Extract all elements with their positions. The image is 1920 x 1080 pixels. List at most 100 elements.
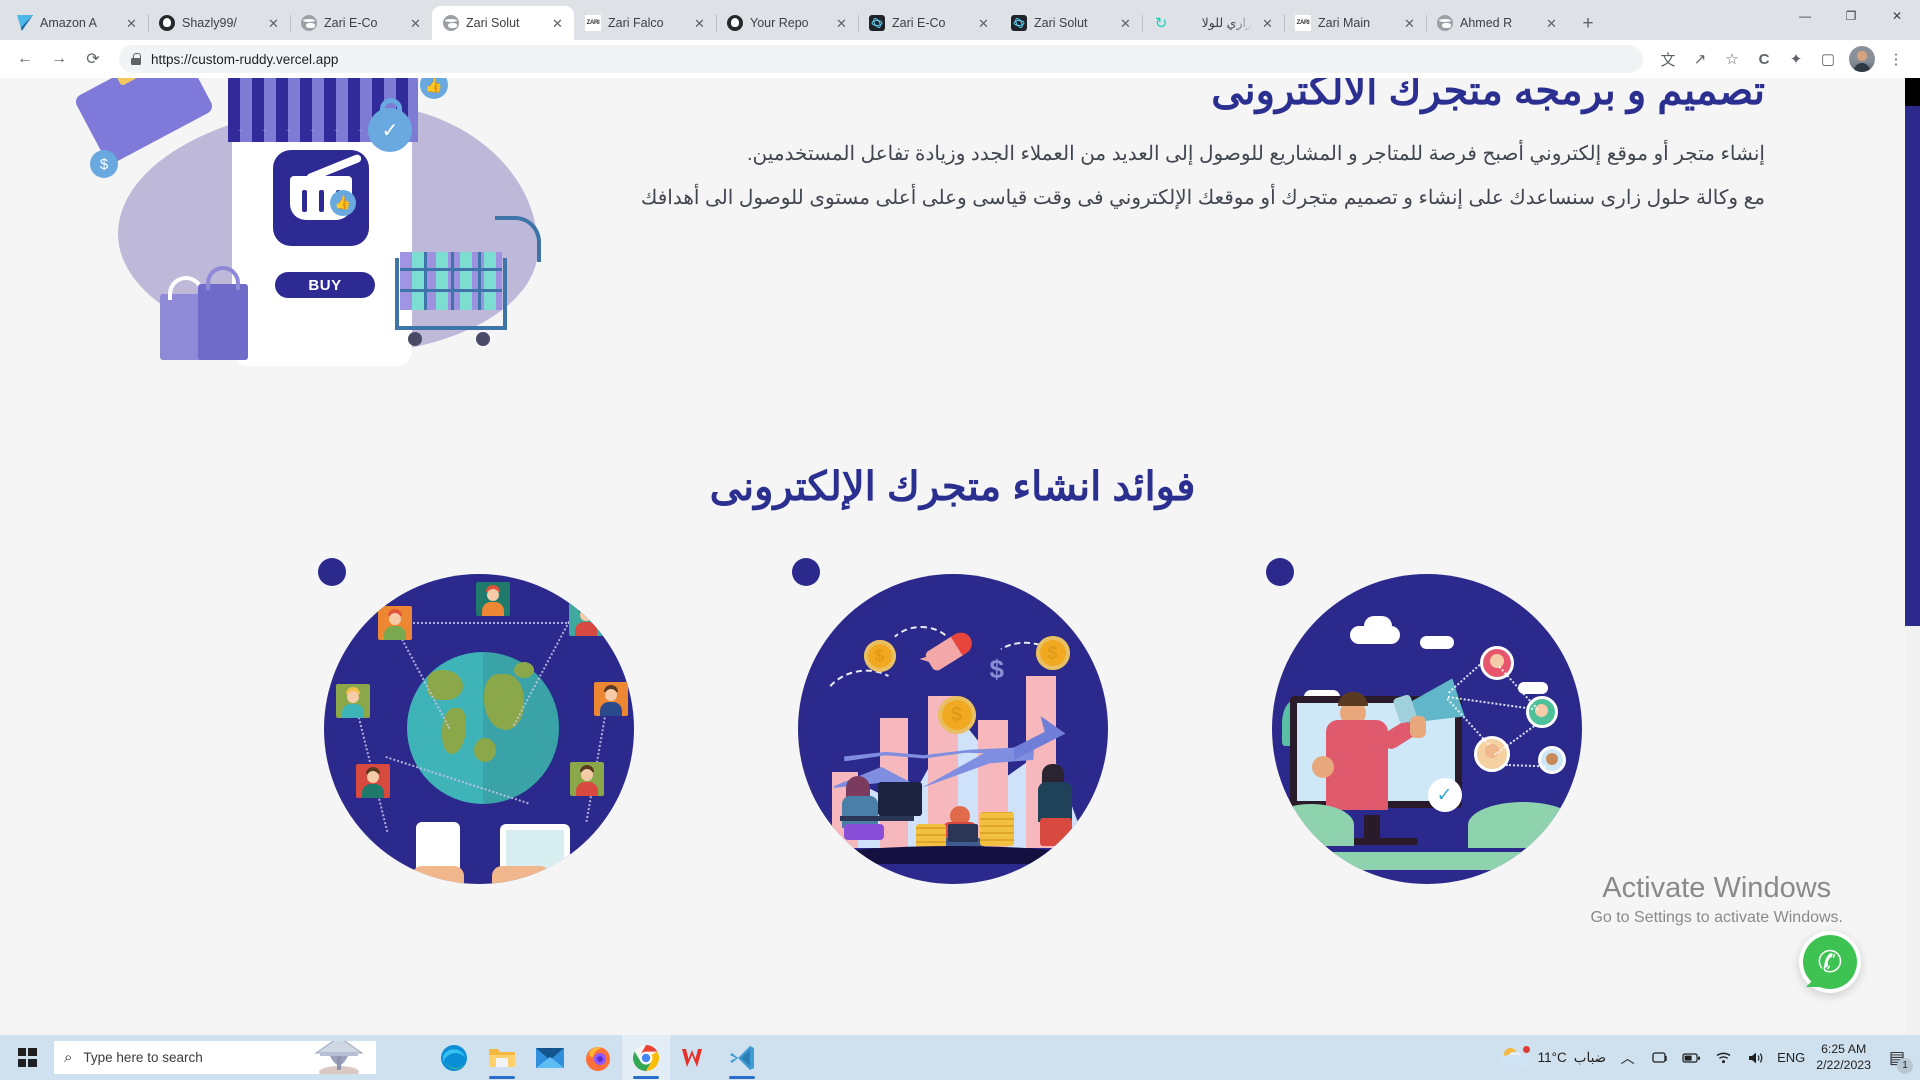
address-bar[interactable]: https://custom-ruddy.vercel.app	[119, 45, 1643, 73]
browser-tab[interactable]: ZARI Zari Main ✕	[1284, 6, 1427, 40]
global-network-illustration	[323, 574, 634, 884]
ecommerce-storefront-illustration: BUY $ 👍 👍 ✓	[73, 78, 560, 368]
scrollbar-thumb[interactable]	[1905, 106, 1920, 626]
avatar[interactable]	[1849, 46, 1875, 72]
taskbar-search-box[interactable]: ⌕ Type here to search	[54, 1041, 376, 1074]
minimize-button[interactable]: —	[1782, 0, 1828, 32]
weather-widget[interactable]: 11°C ضباب	[1500, 1045, 1606, 1070]
new-tab-button[interactable]: +	[1574, 9, 1602, 37]
sidebar-icon[interactable]: ▢	[1813, 44, 1843, 74]
page-title: تصميم و برمجه متجرك الالكترونى	[1211, 78, 1765, 113]
whatsapp-chat-button[interactable]: ✆	[1799, 931, 1861, 993]
url-text: https://custom-ruddy.vercel.app	[151, 51, 339, 67]
system-tray: 11°C ضباب ︿ ENG 6:25 AM 2/22/2023 ▤ 1	[1500, 1042, 1920, 1074]
page-scrollbar[interactable]	[1905, 78, 1920, 1035]
tab-close-icon[interactable]: ✕	[407, 15, 424, 32]
react-icon	[869, 15, 885, 31]
tab-close-icon[interactable]: ✕	[265, 15, 282, 32]
notifications-icon[interactable]: ▤ 1	[1882, 1043, 1913, 1074]
weather-icon	[1500, 1045, 1531, 1070]
browser-tab[interactable]: Zari E-Co ✕	[290, 6, 432, 40]
benefit-card: $ $ $ $	[768, 556, 1138, 884]
forward-button[interactable]: →	[43, 43, 75, 75]
browser-tab[interactable]: Zari Solut ✕	[1000, 6, 1143, 40]
github-icon	[159, 15, 175, 31]
window-controls: — ❐ ✕	[1782, 0, 1920, 32]
c-badge-icon[interactable]: C	[1749, 44, 1779, 74]
extensions-icon[interactable]: ✦	[1781, 44, 1811, 74]
back-button[interactable]: ←	[9, 43, 41, 75]
language-indicator[interactable]: ENG	[1777, 1050, 1805, 1065]
translate-icon[interactable]: 文	[1653, 44, 1683, 74]
amazon-icon	[17, 15, 33, 31]
tab-close-icon[interactable]: ✕	[691, 15, 708, 32]
browser-tab[interactable]: Your Repo ✕	[716, 6, 859, 40]
volume-icon[interactable]	[1745, 1051, 1766, 1065]
browser-tab[interactable]: Ahmed R ✕	[1426, 6, 1568, 40]
taskbar-app-mail[interactable]	[526, 1035, 574, 1080]
share-icon[interactable]: ↗	[1685, 44, 1715, 74]
tab-title: Your Repo	[750, 16, 809, 30]
zari-icon: ZARI	[1295, 15, 1311, 31]
battery-icon[interactable]	[1681, 1052, 1702, 1064]
react-icon	[1011, 15, 1027, 31]
browser-tab[interactable]: ↻ زاري للولا ✕	[1142, 6, 1285, 40]
github-icon	[727, 15, 743, 31]
decorative-dot	[317, 558, 346, 586]
taskbar-app-google-chrome[interactable]	[622, 1035, 670, 1080]
tab-close-icon[interactable]: ✕	[1543, 15, 1560, 32]
tab-close-icon[interactable]: ✕	[123, 15, 140, 32]
taskbar-apps	[430, 1035, 766, 1080]
taskbar-clock[interactable]: 6:25 AM 2/22/2023	[1816, 1042, 1871, 1073]
browser-tab[interactable]: Amazon A ✕	[6, 6, 149, 40]
decorative-dot	[1265, 558, 1294, 586]
globe-icon	[443, 15, 459, 31]
tab-close-icon[interactable]: ✕	[1401, 15, 1418, 32]
tab-title: Zari Main	[1318, 16, 1371, 30]
chrome-menu-icon[interactable]: ⋮	[1881, 44, 1911, 74]
tab-close-icon[interactable]: ✕	[975, 15, 992, 32]
hero-paragraph-1: إنشاء متجر أو موقع إلكتروني أصبح فرصة لل…	[747, 143, 1765, 165]
browser-toolbar: ← → ⟳ https://custom-ruddy.vercel.app 文 …	[0, 40, 1920, 78]
chevron-up-icon[interactable]: ︿	[1617, 1048, 1638, 1068]
whatsapp-icon: ✆	[1803, 935, 1857, 989]
browser-tab[interactable]: ZARI Zari Falco ✕	[574, 6, 717, 40]
browser-tab[interactable]: Shazly99/ ✕	[148, 6, 291, 40]
benefits-cards: $ $ $ $ ✓	[0, 556, 1905, 884]
close-window-button[interactable]: ✕	[1874, 0, 1920, 32]
reload-button[interactable]: ⟳	[77, 43, 109, 75]
tab-title: Shazly99/	[182, 16, 237, 30]
browser-tab-active[interactable]: Zari Solut ✕	[432, 6, 574, 40]
toolbar-icons: 文 ↗ ☆ C ✦ ▢ ⋮	[1653, 44, 1911, 74]
tab-close-icon[interactable]: ✕	[1117, 15, 1134, 32]
benefit-card	[294, 556, 664, 884]
taskbar-app-wps-office[interactable]	[670, 1035, 718, 1080]
taskbar-app-visual-studio-code[interactable]	[718, 1035, 766, 1080]
globe-icon	[1437, 15, 1453, 31]
cortana-icon[interactable]	[376, 1035, 424, 1080]
screen-cast-icon[interactable]	[1649, 1051, 1670, 1065]
running-indicator	[633, 1076, 659, 1079]
tab-title: Zari Falco	[608, 16, 664, 30]
web-page: BUY $ 👍 👍 ✓ تصميم و برمجه متجرك الالكترو…	[0, 78, 1905, 1035]
globe-icon	[301, 15, 317, 31]
wifi-icon[interactable]	[1713, 1051, 1734, 1064]
clock-date: 2/22/2023	[1816, 1057, 1871, 1072]
browser-tab[interactable]: Zari E-Co ✕	[858, 6, 1000, 40]
running-indicator	[729, 1076, 755, 1079]
tab-close-icon[interactable]: ✕	[833, 15, 850, 32]
buy-button[interactable]: BUY	[275, 272, 375, 298]
restore-button[interactable]: ❐	[1828, 0, 1874, 32]
tab-title: Amazon A	[40, 16, 97, 30]
tab-close-icon[interactable]: ✕	[1259, 15, 1276, 32]
zari-icon: ZARI	[585, 15, 601, 31]
bookmark-star-icon[interactable]: ☆	[1717, 44, 1747, 74]
tab-close-icon[interactable]: ✕	[549, 15, 566, 32]
windows-start-icon[interactable]	[0, 1035, 54, 1080]
taskbar-app-microsoft-edge[interactable]	[430, 1035, 478, 1080]
windows-taskbar: ⌕ Type here to search 11°C ضباب ︿ ENG 6:…	[0, 1035, 1920, 1080]
taskbar-app-firefox[interactable]	[574, 1035, 622, 1080]
hero-text-block: تصميم و برمجه متجرك الالكترونى إنشاء متج…	[560, 78, 1815, 215]
search-placeholder: Type here to search	[83, 1050, 203, 1065]
taskbar-app-file-explorer[interactable]	[478, 1035, 526, 1080]
